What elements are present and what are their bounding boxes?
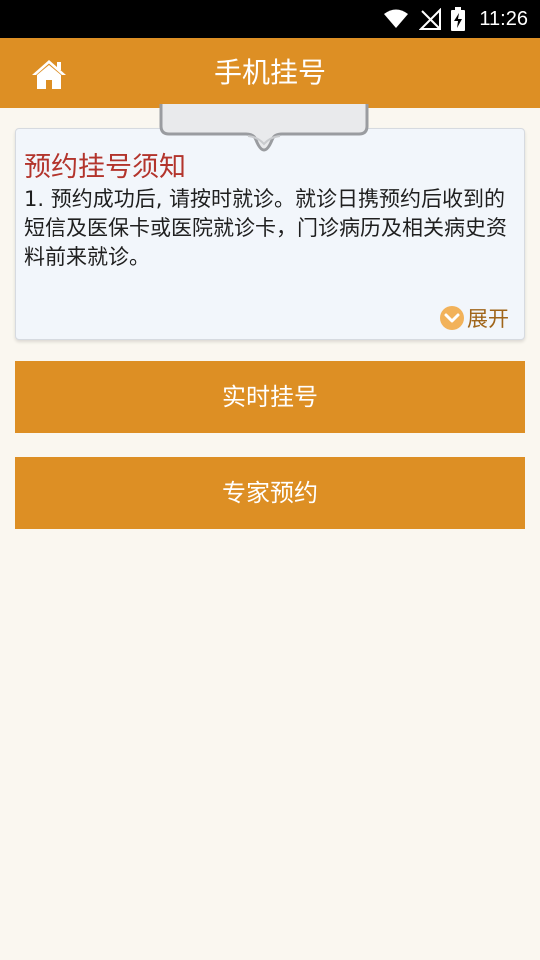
realtime-registration-button[interactable]: 实时挂号 bbox=[15, 361, 525, 433]
expand-button[interactable]: 展开 bbox=[439, 303, 509, 333]
chevron-down-circle-icon bbox=[439, 305, 465, 331]
no-signal-icon bbox=[419, 8, 442, 30]
expand-label: 展开 bbox=[467, 307, 509, 331]
wifi-icon bbox=[383, 9, 409, 29]
expert-appointment-button[interactable]: 专家预约 bbox=[15, 457, 525, 529]
app-bar: 手机挂号 bbox=[0, 38, 540, 108]
status-bar: 11:26 bbox=[0, 0, 540, 38]
clipboard-clip bbox=[158, 104, 370, 154]
page-title: 手机挂号 bbox=[213, 56, 326, 89]
battery-charging-icon bbox=[451, 7, 466, 31]
status-time: 11:26 bbox=[479, 7, 528, 30]
notice-body: 1. 预约成功后, 请按时就诊。就诊日携预约后收到的短信及医保卡或医院就诊卡，门… bbox=[24, 187, 507, 269]
status-icons: 11:26 bbox=[383, 0, 528, 38]
notice-card: 预约挂号须知 1. 预约成功后, 请按时就诊。就诊日携预约后收到的短信及医保卡或… bbox=[15, 128, 525, 340]
